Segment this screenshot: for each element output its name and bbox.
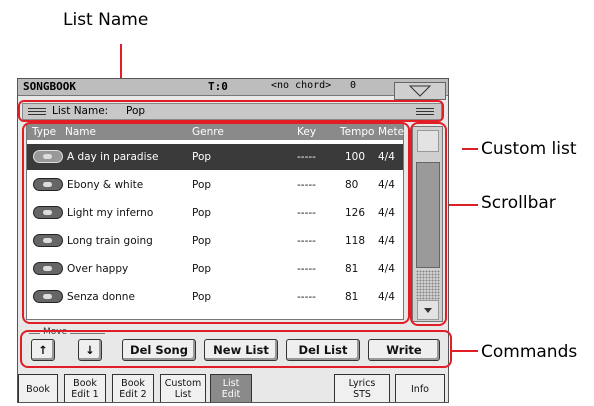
tab-label-line1: Book bbox=[73, 378, 97, 389]
callout-custom-list: Custom list bbox=[481, 139, 577, 159]
callout-scrollbar: Scrollbar bbox=[481, 193, 556, 213]
callout-line-commands bbox=[452, 350, 478, 352]
commands-highlight bbox=[20, 330, 452, 368]
callout-commands: Commands bbox=[481, 342, 578, 362]
tab-label-line2: Edit 1 bbox=[71, 389, 99, 400]
tab-book-edit-2[interactable]: Book Edit 2 bbox=[112, 374, 154, 402]
page-title: SONGBOOK bbox=[23, 80, 76, 93]
menu-button[interactable] bbox=[394, 82, 446, 100]
callout-line-scrollbar bbox=[444, 204, 478, 206]
tab-label-line2: Edit 2 bbox=[119, 389, 147, 400]
tab-list-edit[interactable]: List Edit bbox=[210, 374, 252, 402]
tab-label-line1: Book bbox=[121, 378, 145, 389]
tab-label-line1: List bbox=[222, 378, 240, 389]
tab-label-line2: STS bbox=[353, 389, 371, 400]
chord-number: 0 bbox=[350, 80, 357, 91]
chord-readout: <no chord> bbox=[271, 80, 332, 91]
tab-label-line2: Edit bbox=[221, 389, 241, 400]
tab-book-edit-1[interactable]: Book Edit 1 bbox=[64, 374, 106, 402]
custom-list-highlight bbox=[22, 122, 410, 324]
tab-custom-list[interactable]: Custom List bbox=[160, 374, 206, 402]
tempo-readout: T:0 bbox=[208, 80, 228, 93]
tab-lyrics-sts[interactable]: Lyrics STS bbox=[334, 374, 390, 402]
triangle-down-icon bbox=[408, 85, 432, 97]
tab-label-line2: List bbox=[174, 389, 192, 400]
scrollbar-highlight bbox=[410, 122, 447, 326]
tab-book[interactable]: Book bbox=[18, 374, 58, 402]
tab-label-line1: Book bbox=[26, 384, 50, 395]
tab-label-line1: Custom bbox=[164, 378, 202, 389]
callout-line-custom-list bbox=[462, 148, 478, 150]
tab-info[interactable]: Info bbox=[395, 374, 445, 402]
list-name-highlight bbox=[18, 100, 444, 122]
tab-label-line1: Info bbox=[411, 384, 429, 395]
tab-label-line1: Lyrics bbox=[348, 378, 376, 389]
callout-list-name: List Name bbox=[63, 10, 149, 30]
top-bar bbox=[18, 79, 448, 96]
